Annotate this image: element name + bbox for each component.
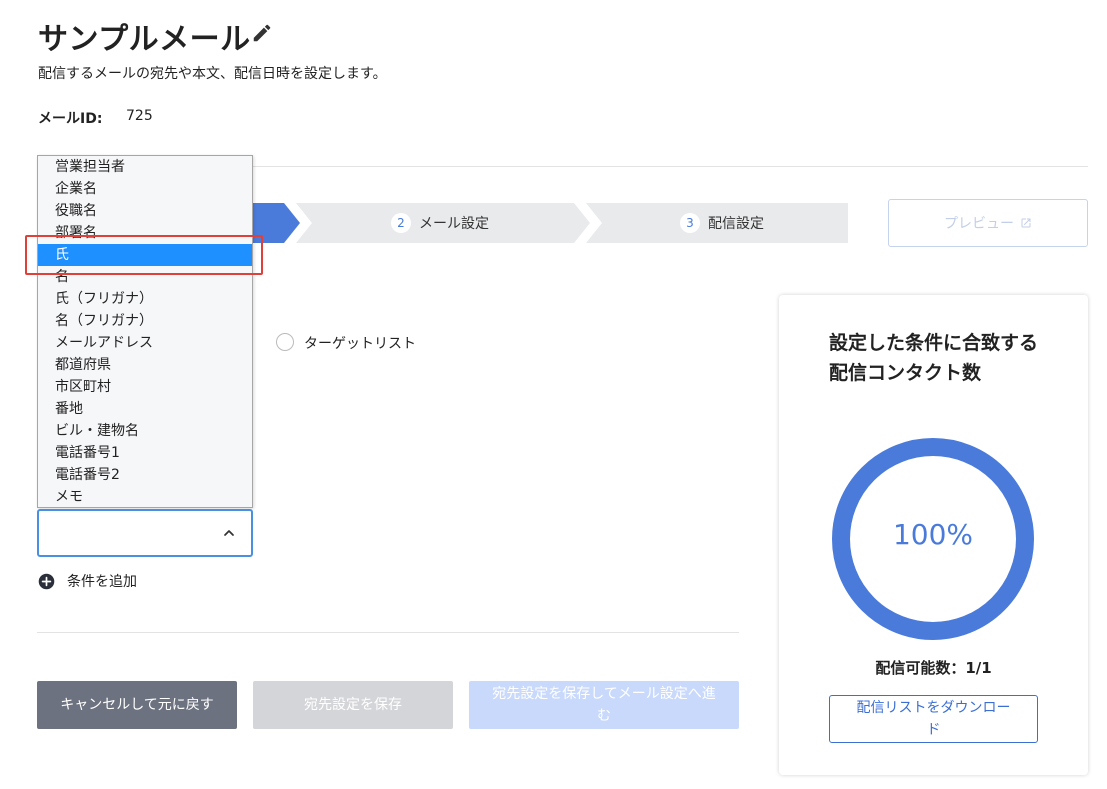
- percent-label: 100%: [892, 518, 974, 551]
- external-link-icon: [1021, 218, 1031, 228]
- card-title: 設定した条件に合致する配信コンタクト数: [829, 332, 1039, 384]
- save-destination-button[interactable]: 宛先設定を保存: [253, 681, 453, 729]
- mail-id-value: 725: [126, 108, 153, 124]
- step-2[interactable]: 2 メール設定: [391, 213, 489, 233]
- step-3[interactable]: 3 配信設定: [680, 213, 764, 233]
- dropdown-option[interactable]: メールアドレス: [38, 332, 252, 354]
- dropdown-option[interactable]: 電話番号1: [38, 442, 252, 464]
- preview-button-label: プレビュー: [944, 216, 1014, 232]
- divider: [37, 632, 739, 633]
- dropdown-option[interactable]: 番地: [38, 398, 252, 420]
- save-and-next-button[interactable]: 宛先設定を保存してメール設定へ進む: [469, 681, 739, 729]
- dropdown-option[interactable]: メモ: [38, 486, 252, 507]
- preview-button[interactable]: プレビュー: [888, 199, 1088, 247]
- target-list-radio-label[interactable]: ターゲットリスト: [304, 333, 416, 353]
- field-dropdown-list[interactable]: 営業担当者 企業名 役職名 部署名 氏 名 氏（フリガナ） 名（フリガナ） メー…: [37, 155, 253, 508]
- cancel-button[interactable]: キャンセルして元に戻す: [37, 681, 237, 729]
- dropdown-option[interactable]: 電話番号2: [38, 464, 252, 486]
- page-title: サンプルメール: [38, 22, 251, 57]
- add-condition-button[interactable]: 条件を追加: [38, 571, 137, 591]
- dropdown-option[interactable]: 市区町村: [38, 376, 252, 398]
- step-2-label: メール設定: [419, 216, 489, 232]
- dropdown-option[interactable]: ビル・建物名: [38, 420, 252, 442]
- target-list-radio[interactable]: [276, 333, 294, 351]
- dropdown-option-selected[interactable]: 氏: [38, 244, 252, 266]
- dropdown-option[interactable]: 名: [38, 266, 252, 288]
- dropdown-option[interactable]: 氏（フリガナ）: [38, 288, 252, 310]
- step-3-number: 3: [680, 213, 700, 233]
- field-select[interactable]: [37, 509, 253, 557]
- deliverable-count: 配信可能数：1/1: [875, 659, 992, 677]
- dropdown-option[interactable]: 都道府県: [38, 354, 252, 376]
- step-3-label: 配信設定: [708, 216, 764, 232]
- dropdown-option[interactable]: 営業担当者: [38, 156, 252, 178]
- download-list-button[interactable]: 配信リストをダウンロード: [829, 695, 1038, 743]
- step-2-number: 2: [391, 213, 411, 233]
- plus-circle-icon: [38, 573, 55, 589]
- pencil-icon[interactable]: [251, 22, 273, 44]
- chevron-up-icon: [224, 530, 234, 536]
- dropdown-option[interactable]: 部署名: [38, 222, 252, 244]
- dropdown-option[interactable]: 名（フリガナ）: [38, 310, 252, 332]
- dropdown-option[interactable]: 役職名: [38, 200, 252, 222]
- mail-id-label: メールID:: [38, 111, 103, 127]
- contact-count-card: 設定した条件に合致する配信コンタクト数 100% 配信可能数：1/1 配信リスト…: [779, 295, 1088, 775]
- page-subtitle: 配信するメールの宛先や本文、配信日時を設定します。: [38, 66, 387, 82]
- dropdown-option[interactable]: 企業名: [38, 178, 252, 200]
- add-condition-label: 条件を追加: [67, 574, 137, 590]
